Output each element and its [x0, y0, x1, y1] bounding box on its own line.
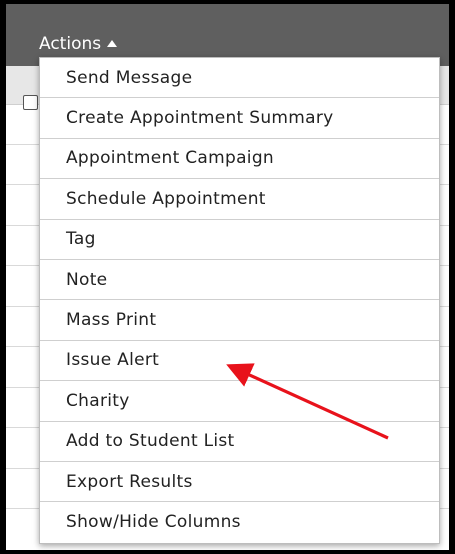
annotation-arrow-icon — [226, 363, 389, 440]
